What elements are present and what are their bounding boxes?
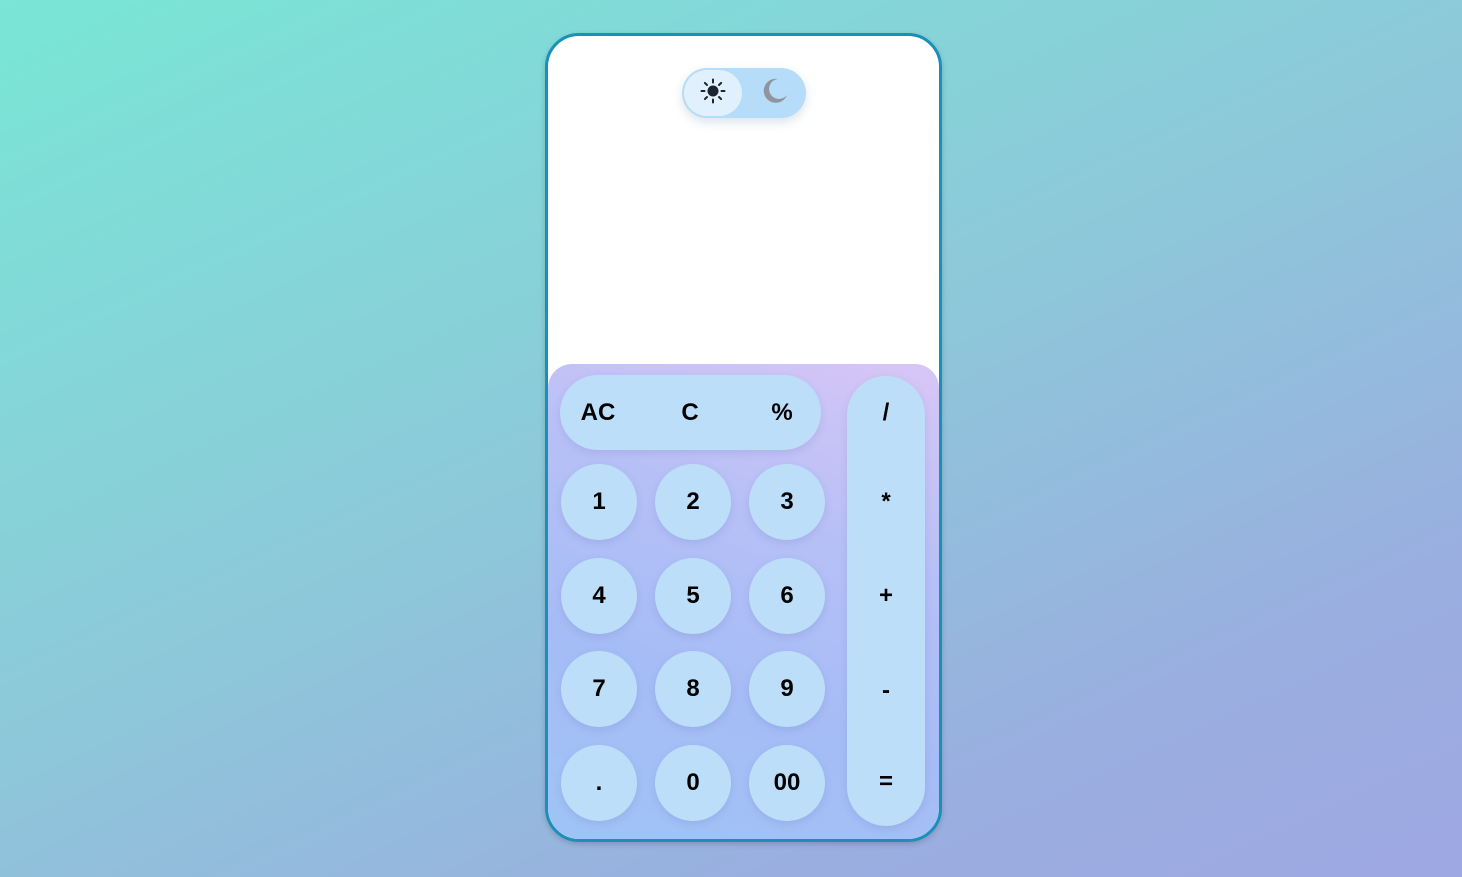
result-readout xyxy=(566,176,921,226)
dark-mode-button[interactable] xyxy=(760,78,790,108)
calculator-frame: AC C % 1 2 3 4 5 6 7 8 9 . 0 00 / * + - … xyxy=(545,33,942,842)
operator-keys-group: / * + - = xyxy=(847,376,925,826)
calculator-display xyxy=(548,146,939,346)
digit-7-button[interactable]: 7 xyxy=(561,651,637,727)
divide-button[interactable]: / xyxy=(847,383,925,443)
theme-toggle[interactable] xyxy=(682,68,806,118)
digit-8-button[interactable]: 8 xyxy=(655,651,731,727)
digit-6-button[interactable]: 6 xyxy=(749,558,825,634)
sun-icon xyxy=(700,78,726,109)
clear-button[interactable]: C xyxy=(652,375,728,450)
digit-2-button[interactable]: 2 xyxy=(655,464,731,540)
digit-4-button[interactable]: 4 xyxy=(561,558,637,634)
keypad: AC C % 1 2 3 4 5 6 7 8 9 . 0 00 / * + - … xyxy=(548,364,939,839)
expression-readout xyxy=(566,146,921,176)
digit-3-button[interactable]: 3 xyxy=(749,464,825,540)
digit-9-button[interactable]: 9 xyxy=(749,651,825,727)
multiply-button[interactable]: * xyxy=(847,472,925,532)
moon-icon xyxy=(760,76,790,111)
decimal-point-button[interactable]: . xyxy=(561,745,637,821)
light-mode-button[interactable] xyxy=(684,70,742,116)
digit-5-button[interactable]: 5 xyxy=(655,558,731,634)
double-zero-button[interactable]: 00 xyxy=(749,745,825,821)
digit-1-button[interactable]: 1 xyxy=(561,464,637,540)
percent-button[interactable]: % xyxy=(744,375,820,450)
function-keys-group: AC C % xyxy=(560,375,821,450)
digit-0-button[interactable]: 0 xyxy=(655,745,731,821)
subtract-button[interactable]: - xyxy=(847,661,925,721)
all-clear-button[interactable]: AC xyxy=(560,375,636,450)
equals-button[interactable]: = xyxy=(847,752,925,812)
add-button[interactable]: + xyxy=(847,566,925,626)
